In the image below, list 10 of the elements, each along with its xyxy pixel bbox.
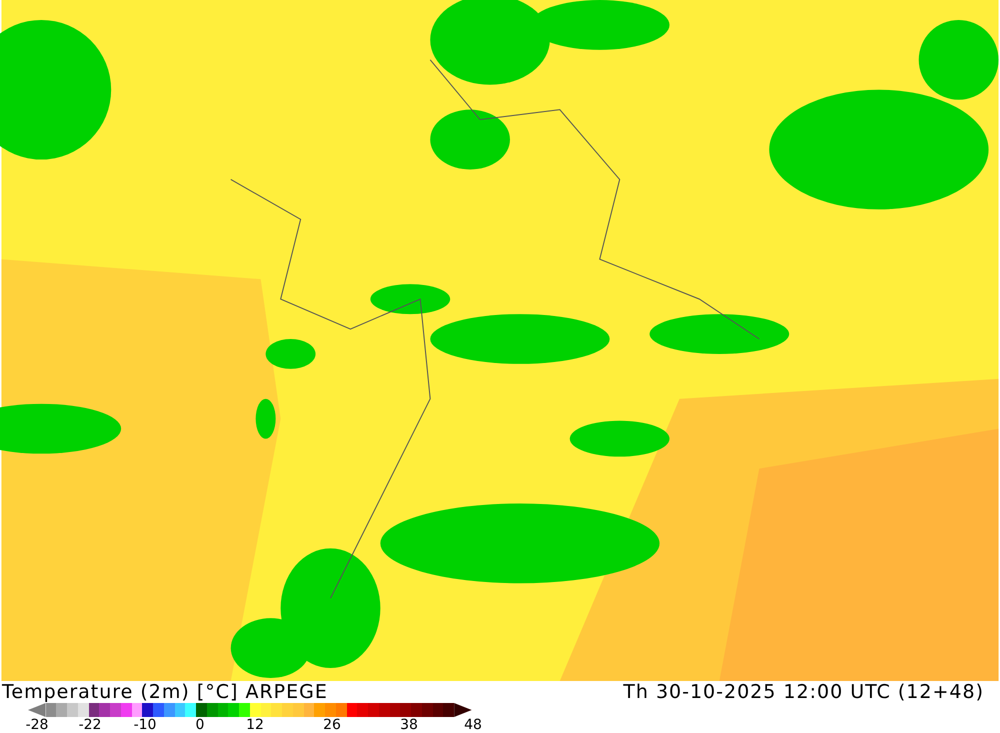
- scale-tick-label: -22: [78, 717, 102, 733]
- map-title: Temperature (2m) [°C] ARPEGE: [2, 681, 329, 703]
- scale-tick-label: 48: [464, 717, 482, 733]
- scale-tick-label: 26: [323, 717, 341, 733]
- valid-time: Th 30-10-2025 12:00 UTC (12+48): [623, 681, 984, 705]
- scale-tick-label: -10: [134, 717, 156, 733]
- scale-tick-label: 12: [246, 717, 264, 733]
- scale-tick-label: -28: [26, 717, 48, 733]
- scale-tick-label: 38: [400, 717, 418, 733]
- scale-tick-label: 0: [196, 717, 204, 733]
